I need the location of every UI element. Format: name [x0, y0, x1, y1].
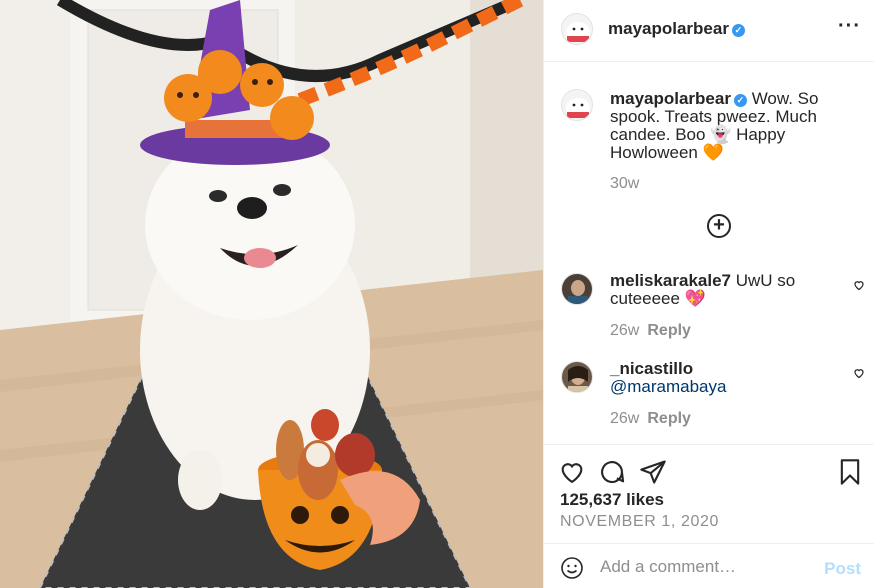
samoyed-halloween-photo — [0, 0, 543, 588]
avatar-image — [562, 274, 592, 304]
avatar[interactable] — [561, 13, 593, 45]
emoji-smiley-icon[interactable] — [560, 556, 584, 580]
caption-timestamp[interactable]: 30w — [610, 175, 639, 193]
comment-item: _nicastillo @maramabaya 26w Reply — [544, 357, 874, 437]
bookmark-icon[interactable] — [836, 458, 864, 486]
comment-username[interactable]: _nicastillo — [610, 359, 693, 378]
comment-text: meliskarakale7 UwU so cuteeeee 💖 — [610, 272, 840, 308]
comment-timestamp[interactable]: 26w — [610, 410, 639, 427]
comment-input[interactable] — [600, 553, 810, 581]
comments-list[interactable]: mayapolarbear ✓ Wow. So spook. Treats pwe… — [544, 63, 874, 445]
avatar-image — [562, 90, 592, 120]
plus-circle-icon[interactable]: + — [707, 214, 731, 238]
comment-bubble-icon[interactable] — [598, 458, 626, 486]
verified-badge-icon: ✓ — [731, 24, 745, 37]
comment-item: meliskarakale7 UwU so cuteeeee 💖 26w Repl… — [544, 269, 874, 349]
heart-outline-icon[interactable] — [853, 367, 865, 379]
verified-badge-icon: ✓ — [733, 94, 747, 107]
post-header: mayapolarbear ✓ ··· — [544, 0, 874, 62]
post-photo[interactable] — [0, 0, 543, 588]
post-actions — [544, 452, 874, 492]
add-comment-bar: Post — [544, 543, 874, 588]
avatar-image — [562, 14, 592, 44]
avatar-image — [562, 362, 592, 392]
reply-button[interactable]: Reply — [647, 410, 691, 427]
mention-link[interactable]: @maramabaya — [610, 377, 726, 396]
heart-outline-icon[interactable] — [853, 279, 865, 291]
caption-avatar[interactable] — [561, 89, 593, 121]
header-username[interactable]: mayapolarbear ✓ — [608, 19, 745, 39]
paper-plane-icon[interactable] — [639, 458, 667, 486]
comment-avatar[interactable] — [561, 273, 593, 305]
heart-icon[interactable] — [558, 458, 586, 486]
comment-timestamp[interactable]: 26w — [610, 322, 639, 339]
reply-button[interactable]: Reply — [647, 322, 691, 339]
comment-meta: 26w Reply — [610, 410, 691, 428]
likes-count[interactable]: 125,637 likes — [560, 490, 664, 510]
caption-text: mayapolarbear ✓ Wow. So spook. Treats pwe… — [610, 90, 860, 162]
post-sidebar: mayapolarbear ✓ ··· mayapolarbear ✓ Wow. S… — [543, 0, 874, 588]
post-button[interactable]: Post — [824, 559, 861, 579]
post-date: NOVEMBER 1, 2020 — [560, 513, 719, 530]
caption-username[interactable]: mayapolarbear — [610, 89, 731, 108]
comment-avatar[interactable] — [561, 361, 593, 393]
more-options-icon[interactable]: ··· — [838, 16, 861, 36]
comment-username[interactable]: meliskarakale7 — [610, 271, 731, 290]
comment-meta: 26w Reply — [610, 322, 691, 340]
comment-text: _nicastillo @maramabaya — [610, 360, 840, 396]
